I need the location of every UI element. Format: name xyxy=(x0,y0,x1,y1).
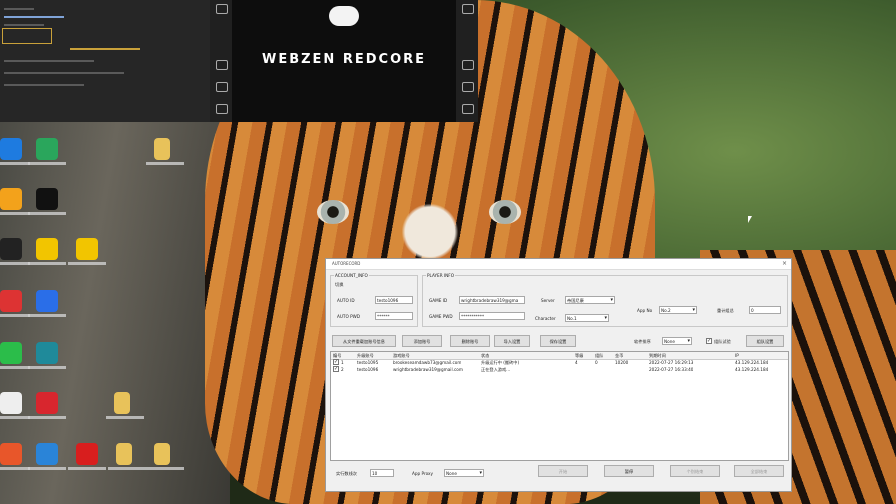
home-icon[interactable] xyxy=(462,82,474,92)
table-cell: 43.129.224.184 xyxy=(735,360,769,365)
remote-sidebar-right xyxy=(456,0,478,122)
player-group: PLAYER INFO GAME ID wrightbradebraw319@g… xyxy=(422,273,788,327)
table-cell: 1 xyxy=(341,360,344,365)
folder-icon-1[interactable] xyxy=(146,138,184,165)
tiger-eye-left xyxy=(317,200,349,224)
table-cell: 2022-07-27 16:29:13 xyxy=(649,360,694,365)
mouse-cursor-icon xyxy=(748,216,752,223)
table-cell: 43.129.224.184 xyxy=(735,367,769,372)
accounts-table: 编号 升级账号 游戏账号 状态 等级 组队 金币 到期时间 IP ✓ 1 testo1095 broo… xyxy=(330,351,789,461)
webzen-logo: WEBZEN REDCORE xyxy=(262,52,427,67)
game-pwd-input[interactable]: *********** xyxy=(459,312,525,320)
teal-circle-icon[interactable] xyxy=(28,342,66,369)
folder-icon-4[interactable] xyxy=(146,443,184,470)
window-icon[interactable] xyxy=(462,4,474,14)
delete-account-button[interactable]: 删除账号 xyxy=(450,335,490,347)
table-cell: 10200 xyxy=(615,360,629,365)
table-cell: 4 xyxy=(575,360,578,365)
app-no-select[interactable]: No.2 xyxy=(659,306,697,314)
qq-icon[interactable] xyxy=(0,238,30,265)
window-title: AUTORECORD xyxy=(332,261,361,266)
character-select[interactable]: No.1 xyxy=(565,314,609,322)
remote-terminal-view xyxy=(0,0,210,122)
home-icon[interactable] xyxy=(216,82,228,92)
back-icon[interactable] xyxy=(216,60,228,70)
title-bar: AUTORECORD × xyxy=(326,259,791,270)
table-cell: testo1095 xyxy=(357,360,379,365)
add-account-button[interactable]: 添加账号 xyxy=(402,335,442,347)
blank-doc-icon[interactable] xyxy=(0,392,30,419)
green-chat-icon[interactable] xyxy=(0,342,30,369)
red-a-icon[interactable] xyxy=(0,290,30,317)
table-cell: 0 xyxy=(595,360,598,365)
stop-single-button[interactable]: 个别结束 xyxy=(670,465,720,477)
reload-accounts-button[interactable]: 从文件重载加账号信息 xyxy=(332,335,396,347)
row-checkbox[interactable]: ✓ xyxy=(333,359,339,365)
youdao-icon[interactable] xyxy=(68,443,106,470)
table-row[interactable]: ✓ 2 testo1096 wrightbradebraw319@gmail.com 正… xyxy=(331,366,788,373)
vscode-icon[interactable] xyxy=(28,443,66,470)
server-select[interactable]: 帝国尼康 xyxy=(565,296,615,304)
folder-icon-3[interactable] xyxy=(108,443,146,470)
blue-shield-icon[interactable] xyxy=(28,290,66,317)
row-checkbox[interactable]: ✓ xyxy=(333,366,339,372)
account-group: ACCOUNT_INFO 切换 AUTO ID testo1096 AUTO P… xyxy=(330,273,418,327)
yellow-app-icon[interactable] xyxy=(28,238,66,265)
remote-sidebar-left xyxy=(210,0,232,122)
huawei-icon[interactable] xyxy=(0,443,30,470)
table-cell: brookeseamdawb73@gmail.com xyxy=(393,360,462,365)
camera-pill xyxy=(329,6,359,26)
app-proxy-select[interactable]: None xyxy=(444,469,484,477)
table-row[interactable]: ✓ 1 testo1095 brookeseamdawb73@gmail.com 升级运… xyxy=(331,359,788,366)
autorecord-window: AUTORECORD × ACCOUNT_INFO 切换 AUTO ID tes… xyxy=(325,258,792,492)
group-settings-button[interactable]: 组队设置 xyxy=(746,335,784,347)
folder-icon-2[interactable] xyxy=(106,392,144,419)
window-icon[interactable] xyxy=(216,4,228,14)
back-icon[interactable] xyxy=(462,60,474,70)
auto-id-input[interactable]: testo1096 xyxy=(375,296,413,304)
recent-icon[interactable] xyxy=(462,104,474,114)
highlight-box xyxy=(2,28,52,44)
group-checkbox[interactable]: ✓ xyxy=(706,338,712,344)
shield-icon[interactable] xyxy=(28,138,66,165)
game-id-input[interactable]: wrightbradebraw319@gma xyxy=(459,296,525,304)
table-cell: 2022-07-27 16:33:40 xyxy=(649,367,694,372)
soft-sort-select[interactable]: None xyxy=(662,337,692,345)
wallpaper-tree xyxy=(0,110,230,504)
tiger-eye-right xyxy=(489,200,521,224)
capcut-icon[interactable] xyxy=(28,188,66,215)
yellow-circle-icon[interactable] xyxy=(68,238,106,265)
exec-count-input[interactable]: 10 xyxy=(370,469,394,477)
pause-button[interactable]: 暂停 xyxy=(604,465,654,477)
recent-icon[interactable] xyxy=(216,104,228,114)
netease-music-icon[interactable] xyxy=(28,392,66,419)
start-button[interactable]: 开始 xyxy=(538,465,588,477)
stop-all-button[interactable]: 全部结束 xyxy=(734,465,784,477)
table-cell: testo1096 xyxy=(357,367,379,372)
count-input[interactable]: 0 xyxy=(749,306,781,314)
todesk-icon[interactable] xyxy=(0,138,30,165)
table-cell: wrightbradebraw319@gmail.com xyxy=(393,367,463,372)
save-settings-button[interactable]: 保存设置 xyxy=(540,335,576,347)
remote-panel: WEBZEN REDCORE xyxy=(0,0,478,122)
import-settings-button[interactable]: 导入设置 xyxy=(494,335,530,347)
orange-app-icon[interactable] xyxy=(0,188,30,215)
table-cell: 2 xyxy=(341,367,344,372)
table-cell: 正在登入游戏... xyxy=(481,367,511,372)
close-icon[interactable]: × xyxy=(782,260,787,267)
column-header[interactable]: IP xyxy=(735,353,739,358)
auto-pwd-input[interactable]: ****** xyxy=(375,312,413,320)
